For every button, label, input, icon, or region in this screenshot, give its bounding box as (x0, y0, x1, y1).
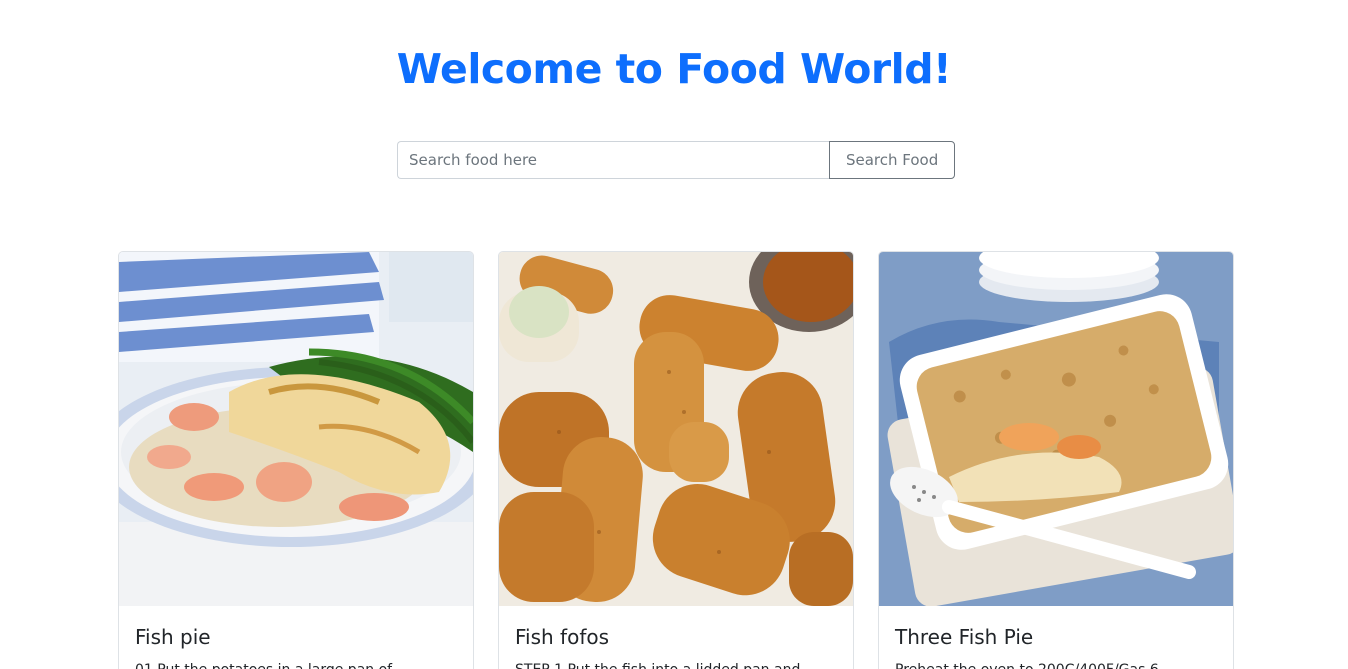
food-image-fish-fofos (499, 252, 853, 606)
search-bar: Search Food (397, 141, 955, 179)
search-input[interactable] (397, 141, 830, 179)
card-title: Fish pie (135, 625, 211, 649)
page-title: Welcome to Food World! (396, 45, 952, 93)
food-card[interactable]: Fish pie 01.Put the potatoes in a large … (118, 251, 474, 669)
card-body: Three Fish Pie Preheat the oven to 200C/… (879, 606, 1233, 669)
page: Welcome to Food World! Search Food (0, 0, 1348, 669)
card-title: Three Fish Pie (895, 625, 1034, 649)
food-image-three-fish-pie (879, 252, 1233, 606)
card-body: Fish fofos STEP 1 Put the fish into a li… (499, 606, 853, 669)
card-text: 01.Put the potatoes in a large pan of (135, 659, 457, 669)
food-image-fish-pie (119, 252, 473, 606)
card-body: Fish pie 01.Put the potatoes in a large … (119, 606, 473, 669)
card-text: STEP 1 Put the fish into a lidded pan an… (515, 659, 837, 669)
card-title: Fish fofos (515, 625, 610, 649)
food-card[interactable]: Fish fofos STEP 1 Put the fish into a li… (498, 251, 854, 669)
card-text: Preheat the oven to 200C/400F/Gas 6 (895, 659, 1217, 669)
food-card[interactable]: Three Fish Pie Preheat the oven to 200C/… (878, 251, 1234, 669)
search-food-button[interactable]: Search Food (829, 141, 955, 179)
